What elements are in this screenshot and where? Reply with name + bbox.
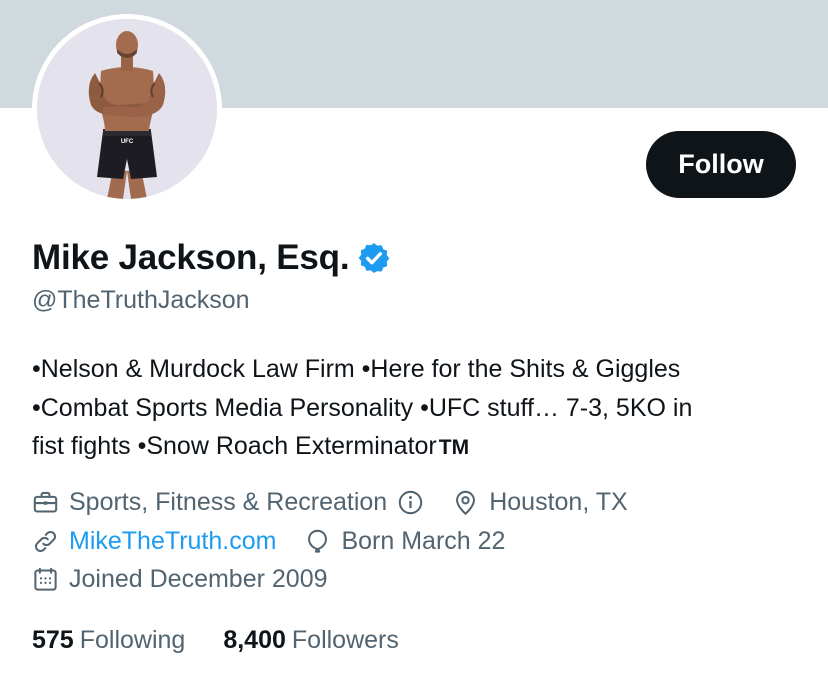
name-row: Mike Jackson, Esq. bbox=[32, 238, 391, 278]
category-item: Sports, Fitness & Recreation bbox=[32, 488, 424, 517]
joined-item: Joined December 2009 bbox=[32, 565, 328, 594]
user-handle: @TheTruthJackson bbox=[32, 286, 250, 314]
followers-count: 8,400 bbox=[223, 626, 286, 654]
following-label: Following bbox=[79, 626, 186, 654]
location-item: Houston, TX bbox=[452, 488, 628, 517]
briefcase-icon bbox=[33, 491, 58, 513]
following-count: 575 bbox=[32, 626, 74, 654]
calendar-icon bbox=[34, 567, 57, 591]
svg-text:UFC: UFC bbox=[121, 139, 134, 145]
verified-badge-icon[interactable] bbox=[357, 241, 391, 275]
trademark-symbol: TM bbox=[438, 436, 470, 459]
location-pin-icon bbox=[456, 490, 476, 516]
bio-line: •Combat Sports Media Personality •UFC st… bbox=[32, 393, 693, 422]
display-name: Mike Jackson, Esq. bbox=[32, 238, 350, 277]
bio-line-text: fist fights •Snow Roach Exterminator bbox=[32, 432, 437, 460]
followers-label: Followers bbox=[291, 626, 399, 654]
website-item[interactable]: MikeTheTruth.com bbox=[32, 527, 276, 556]
bio-line: fist fights •Snow Roach ExterminatorTM bbox=[32, 427, 802, 468]
joined-text: Joined December 2009 bbox=[69, 565, 328, 593]
balloon-icon bbox=[308, 529, 328, 553]
bio-line: •Nelson & Murdock Law Firm •Here for the… bbox=[32, 355, 681, 383]
profile-meta-row-3: Joined December 2009 bbox=[32, 565, 328, 594]
follow-stats: 575 Following 8,400 Followers bbox=[32, 626, 437, 655]
avatar[interactable]: UFC bbox=[32, 14, 222, 204]
link-icon bbox=[34, 530, 57, 553]
follow-button[interactable]: Follow bbox=[646, 131, 796, 198]
following-link[interactable]: 575 Following bbox=[32, 626, 185, 655]
website-link[interactable]: MikeTheTruth.com bbox=[69, 527, 276, 556]
profile-meta-row-2: MikeTheTruth.com Born March 22 bbox=[32, 527, 505, 556]
followers-link[interactable]: 8,400 Followers bbox=[223, 626, 399, 655]
profile-meta-row-1: Sports, Fitness & Recreation Houston, TX bbox=[32, 488, 628, 517]
birthday-text: Born March 22 bbox=[341, 527, 506, 555]
bio: •Nelson & Murdock Law Firm •Here for the… bbox=[32, 350, 802, 468]
avatar-image: UFC bbox=[37, 19, 217, 199]
category-text: Sports, Fitness & Recreation bbox=[69, 488, 388, 516]
birthday-item: Born March 22 bbox=[304, 527, 505, 556]
location-text: Houston, TX bbox=[489, 488, 628, 516]
fighter-photo: UFC bbox=[37, 19, 217, 199]
info-icon[interactable] bbox=[397, 489, 424, 516]
